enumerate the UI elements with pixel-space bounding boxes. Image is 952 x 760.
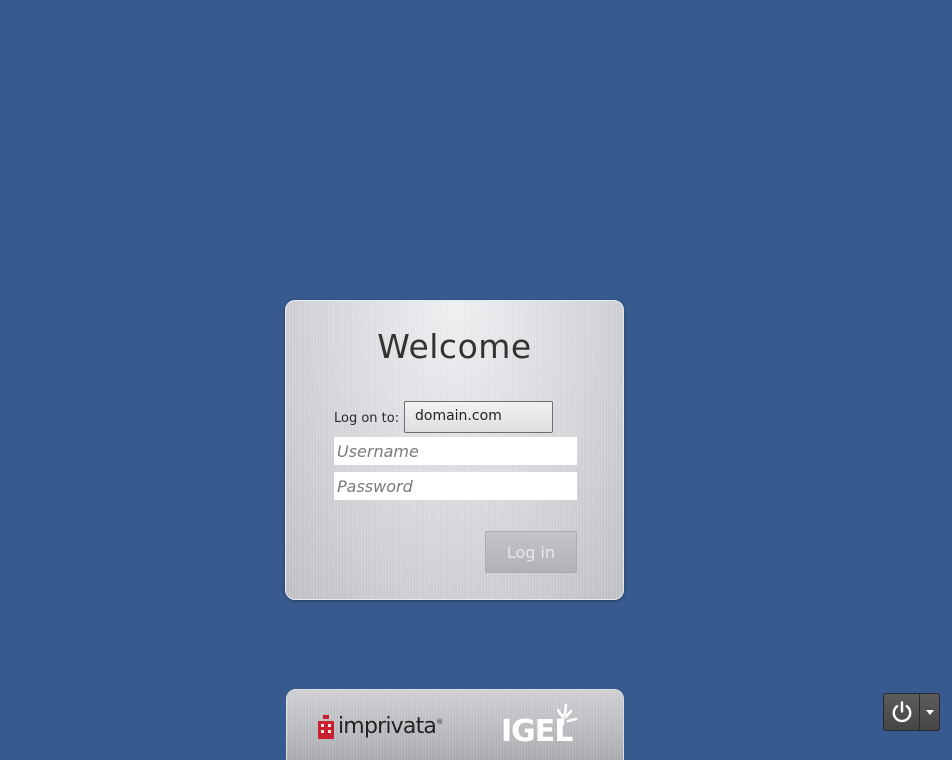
power-icon [892,701,911,723]
igel-rays-icon [557,703,578,726]
imprivata-wordmark: imprivata [338,714,437,739]
imprivata-registered-mark: ® [436,718,444,726]
logon-label: Log on to: [334,411,400,426]
power-menu-widget [883,693,940,731]
power-button[interactable] [884,694,920,730]
password-input[interactable] [334,472,577,500]
caret-down-icon [925,709,934,715]
imprivata-logo-icon [318,715,334,739]
login-panel: Welcome Log on to: domain.com Log in [285,300,624,600]
power-menu-dropdown[interactable] [920,694,939,730]
welcome-title: Welcome [377,327,532,366]
login-button[interactable]: Log in [485,531,577,573]
igel-logo: IGEL [501,702,581,752]
username-input[interactable] [334,437,577,465]
branding-panel: imprivata ® IGEL [286,689,624,760]
desktop-background: Welcome Log on to: domain.com Log in imp… [0,0,952,760]
domain-select[interactable]: domain.com [404,401,553,433]
imprivata-logo: imprivata ® [317,712,443,742]
